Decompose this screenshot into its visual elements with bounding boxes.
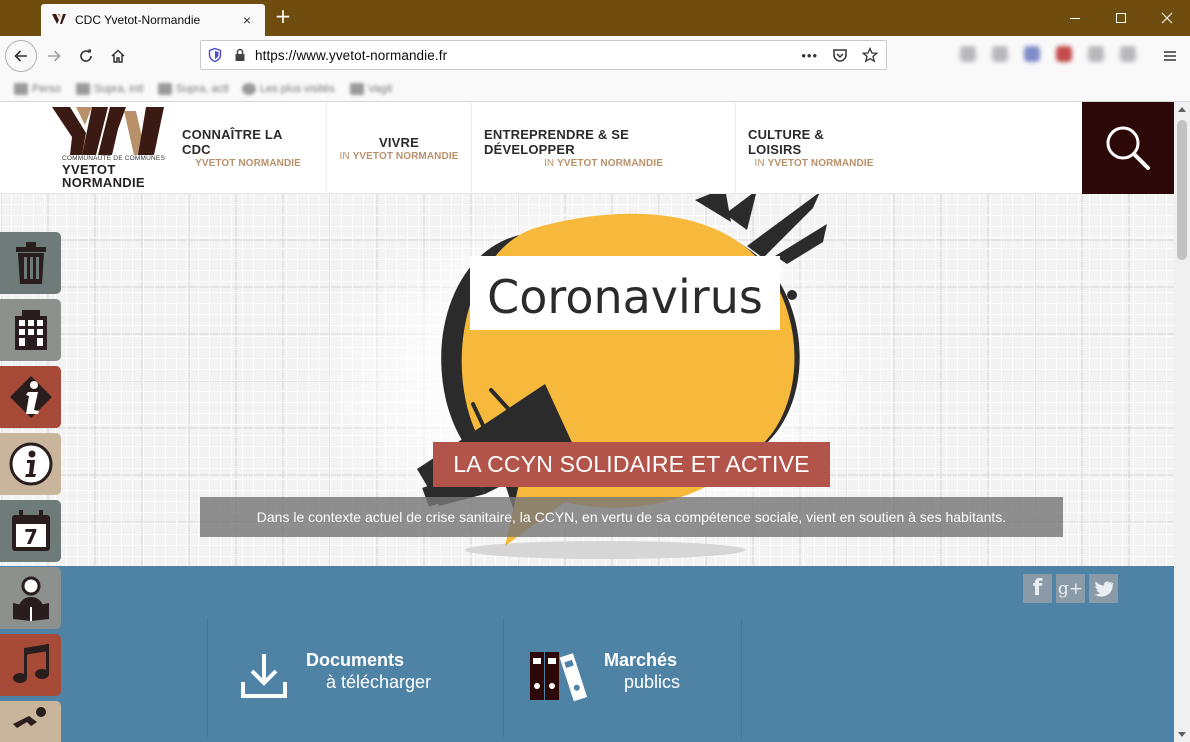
quick-link-marches-publics[interactable]: Marchés publics <box>528 650 680 702</box>
arrow-right-icon <box>48 50 61 62</box>
back-button[interactable] <box>5 40 37 72</box>
web-page: COMMUNAUTÉ DE COMMUNES YVETOT NORMANDIE … <box>0 102 1174 742</box>
menu-vivre[interactable]: VIVRE IN YVETOT NORMANDIE <box>327 102 472 194</box>
bubble-label: Coronavirus <box>487 270 763 324</box>
close-window-button[interactable] <box>1144 0 1190 36</box>
new-tab-button[interactable]: + <box>272 6 294 28</box>
arrow-left-icon <box>14 50 27 62</box>
extension-icon[interactable] <box>960 46 976 62</box>
reading-person-icon <box>12 576 49 621</box>
hero-banner[interactable]: Coronavirus LA CCYN SOLIDAIRE ET ACTIVE … <box>0 194 1174 566</box>
building-icon <box>14 310 47 350</box>
close-icon <box>1161 12 1173 24</box>
minimize-icon <box>1070 18 1080 19</box>
logo-subtitle: COMMUNAUTÉ DE COMMUNES <box>62 155 165 162</box>
logo-name: YVETOT NORMANDIE <box>62 162 145 190</box>
calendar-day-label: 7 <box>24 525 38 549</box>
swimmer-icon <box>12 706 46 728</box>
browser-titlebar: CDC Yvetot-Normandie × + <box>0 0 1190 36</box>
hamburger-menu-icon <box>1164 51 1176 61</box>
bookmark-item[interactable]: Vagit <box>350 82 392 96</box>
extension-icon[interactable] <box>1088 46 1104 62</box>
site-header: COMMUNAUTÉ DE COMMUNES YVETOT NORMANDIE … <box>0 102 1174 194</box>
site-favicon-icon <box>52 14 66 24</box>
tracking-shield-icon[interactable] <box>207 47 223 63</box>
twitter-icon <box>1094 580 1113 597</box>
browser-tab-active[interactable]: CDC Yvetot-Normandie × <box>41 4 265 36</box>
sidebar-lecture-button[interactable] <box>0 567 61 629</box>
hero-caption: Dans le contexte actuel de crise sanitai… <box>200 497 1063 537</box>
quick-link-documents[interactable]: Documents à télécharger <box>240 650 431 700</box>
bookmarks-toolbar: Perso Supra, intl Supra, actl Les plus v… <box>0 76 1190 102</box>
twitter-button[interactable] <box>1089 574 1118 603</box>
binders-icon <box>530 652 588 702</box>
calendar-icon: 7 <box>11 510 50 551</box>
scroll-thumb[interactable] <box>1177 120 1187 260</box>
folder-icon <box>14 83 28 95</box>
menu-entreprendre[interactable]: ENTREPRENDRE & SE DÉVELOPPER IN YVETOT N… <box>472 102 736 194</box>
home-icon <box>111 49 125 63</box>
menu-culture-loisirs[interactable]: CULTURE & LOISIRS IN YVETOT NORMANDIE <box>736 102 892 194</box>
extension-icon[interactable] <box>1120 46 1136 62</box>
maximize-button[interactable] <box>1098 0 1144 36</box>
sidebar-habitat-button[interactable] <box>0 299 61 361</box>
site-search-button[interactable] <box>1082 102 1174 194</box>
bookmark-item[interactable]: Les plus visités <box>242 82 335 96</box>
music-note-icon <box>12 644 49 683</box>
address-bar[interactable]: https://www.yvetot-normandie.fr ••• <box>200 40 887 70</box>
maximize-icon <box>1116 13 1126 23</box>
scroll-up-icon[interactable] <box>1178 107 1186 112</box>
home-button[interactable] <box>102 40 134 72</box>
browser-toolbar: https://www.yvetot-normandie.fr ••• <box>0 36 1190 76</box>
sidebar-information-button[interactable] <box>0 433 61 495</box>
folder-icon <box>158 83 172 95</box>
minimize-button[interactable] <box>1052 0 1098 36</box>
facebook-button[interactable]: f <box>1023 574 1052 603</box>
reload-button[interactable] <box>70 40 102 72</box>
bookmark-item[interactable]: Perso <box>14 82 61 96</box>
page-actions-icon[interactable]: ••• <box>801 48 818 63</box>
bookmark-item[interactable]: Supra, actl <box>158 82 229 96</box>
googleplus-button[interactable]: g+ <box>1056 574 1085 603</box>
sidebar-musique-button[interactable] <box>0 634 61 696</box>
sidebar-agenda-button[interactable]: 7 <box>0 500 61 562</box>
app-menu-button[interactable] <box>1154 40 1186 72</box>
tab-close-icon[interactable]: × <box>239 12 255 28</box>
search-icon <box>1106 126 1150 170</box>
main-menu: CONNAÎTRE LA CDC YVETOT NORMANDIE VIVRE … <box>170 102 892 194</box>
globe-icon <box>242 83 256 95</box>
scroll-down-icon[interactable] <box>1178 732 1186 737</box>
download-icon <box>241 654 287 698</box>
site-logo[interactable]: COMMUNAUTÉ DE COMMUNES YVETOT NORMANDIE <box>52 106 170 190</box>
hero-title[interactable]: LA CCYN SOLIDAIRE ET ACTIVE <box>433 442 830 487</box>
extension-icon[interactable] <box>1024 46 1040 62</box>
sidebar-dechets-button[interactable] <box>0 232 61 294</box>
googleplus-icon: g+ <box>1057 578 1084 599</box>
bookmark-star-icon[interactable] <box>862 47 878 63</box>
facebook-icon: f <box>1032 576 1043 601</box>
folder-icon <box>350 83 364 95</box>
sidebar-tourisme-button[interactable] <box>0 366 61 428</box>
info-icon <box>9 442 52 486</box>
tourism-info-icon <box>9 376 52 418</box>
page-scrollbar[interactable] <box>1174 102 1190 742</box>
extension-icon[interactable] <box>1056 46 1072 62</box>
tab-title: CDC Yvetot-Normandie <box>75 13 201 27</box>
folder-icon <box>76 83 90 95</box>
bookmark-item[interactable]: Supra, intl <box>76 82 144 96</box>
sidebar-sport-button[interactable] <box>0 701 61 742</box>
reload-icon <box>80 49 92 62</box>
menu-connaitre-la-cdc[interactable]: CONNAÎTRE LA CDC YVETOT NORMANDIE <box>170 102 327 194</box>
url-text[interactable]: https://www.yvetot-normandie.fr <box>255 48 801 63</box>
yn-logo-mark <box>52 107 164 155</box>
forward-button[interactable] <box>38 40 70 72</box>
lock-icon[interactable] <box>233 48 247 62</box>
pocket-icon[interactable] <box>832 47 848 63</box>
extension-icon[interactable] <box>992 46 1008 62</box>
trash-bin-icon <box>15 242 46 284</box>
